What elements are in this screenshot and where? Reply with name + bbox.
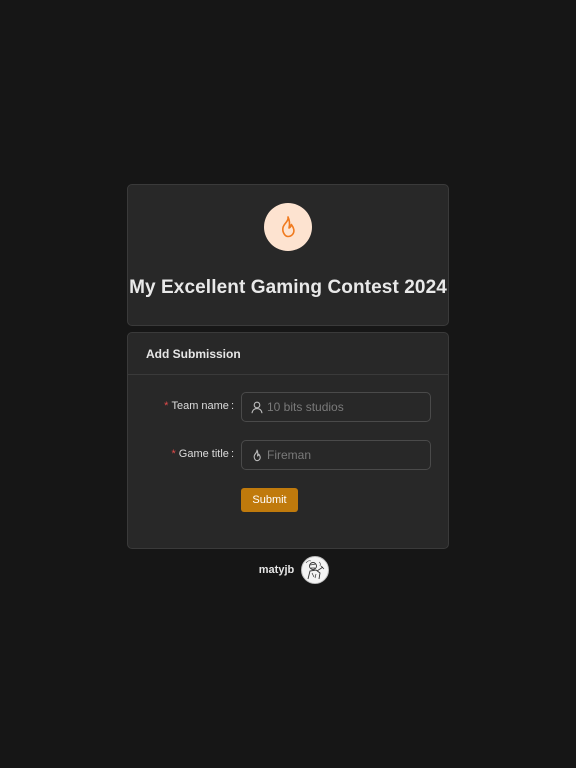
fire-icon bbox=[282, 216, 295, 238]
author-info: matyjb bbox=[259, 556, 330, 584]
team-name-colon: : bbox=[230, 400, 234, 412]
team-name-label-text: Team name bbox=[171, 400, 229, 412]
fire-icon bbox=[253, 449, 261, 461]
game-title-row: * Game title: bbox=[128, 440, 448, 470]
contest-header-card: My Excellent Gaming Contest 2024 bbox=[127, 184, 449, 326]
author-name[interactable]: matyjb bbox=[259, 564, 294, 576]
contest-logo bbox=[264, 203, 312, 251]
add-submission-card: Add Submission *Team name: *Game title: bbox=[127, 332, 449, 549]
team-name-input[interactable] bbox=[263, 400, 417, 414]
team-name-row: * Team name: bbox=[128, 392, 448, 422]
game-title-field[interactable] bbox=[241, 440, 431, 470]
game-title-colon: : bbox=[230, 448, 234, 460]
team-name-label: * Team name: bbox=[164, 392, 234, 420]
game-title-input[interactable] bbox=[263, 448, 417, 462]
contest-container: My Excellent Gaming Contest 2024 Add Sub… bbox=[127, 184, 449, 549]
submit-button[interactable]: Submit bbox=[241, 488, 298, 512]
game-title-label: * Game title: bbox=[172, 440, 234, 468]
user-icon bbox=[251, 401, 263, 413]
contest-title: My Excellent Gaming Contest 2024 bbox=[129, 277, 447, 298]
avatar-sketch-image bbox=[305, 560, 325, 580]
team-name-field[interactable] bbox=[241, 392, 431, 422]
required-mark: * bbox=[171, 448, 176, 460]
required-mark: * bbox=[164, 400, 169, 412]
form-header: Add Submission bbox=[128, 333, 448, 375]
game-title-label-text: Game title bbox=[178, 448, 229, 460]
avatar[interactable] bbox=[301, 556, 330, 584]
footer: matyjb bbox=[0, 556, 576, 584]
submit-row: Submit bbox=[128, 488, 448, 512]
